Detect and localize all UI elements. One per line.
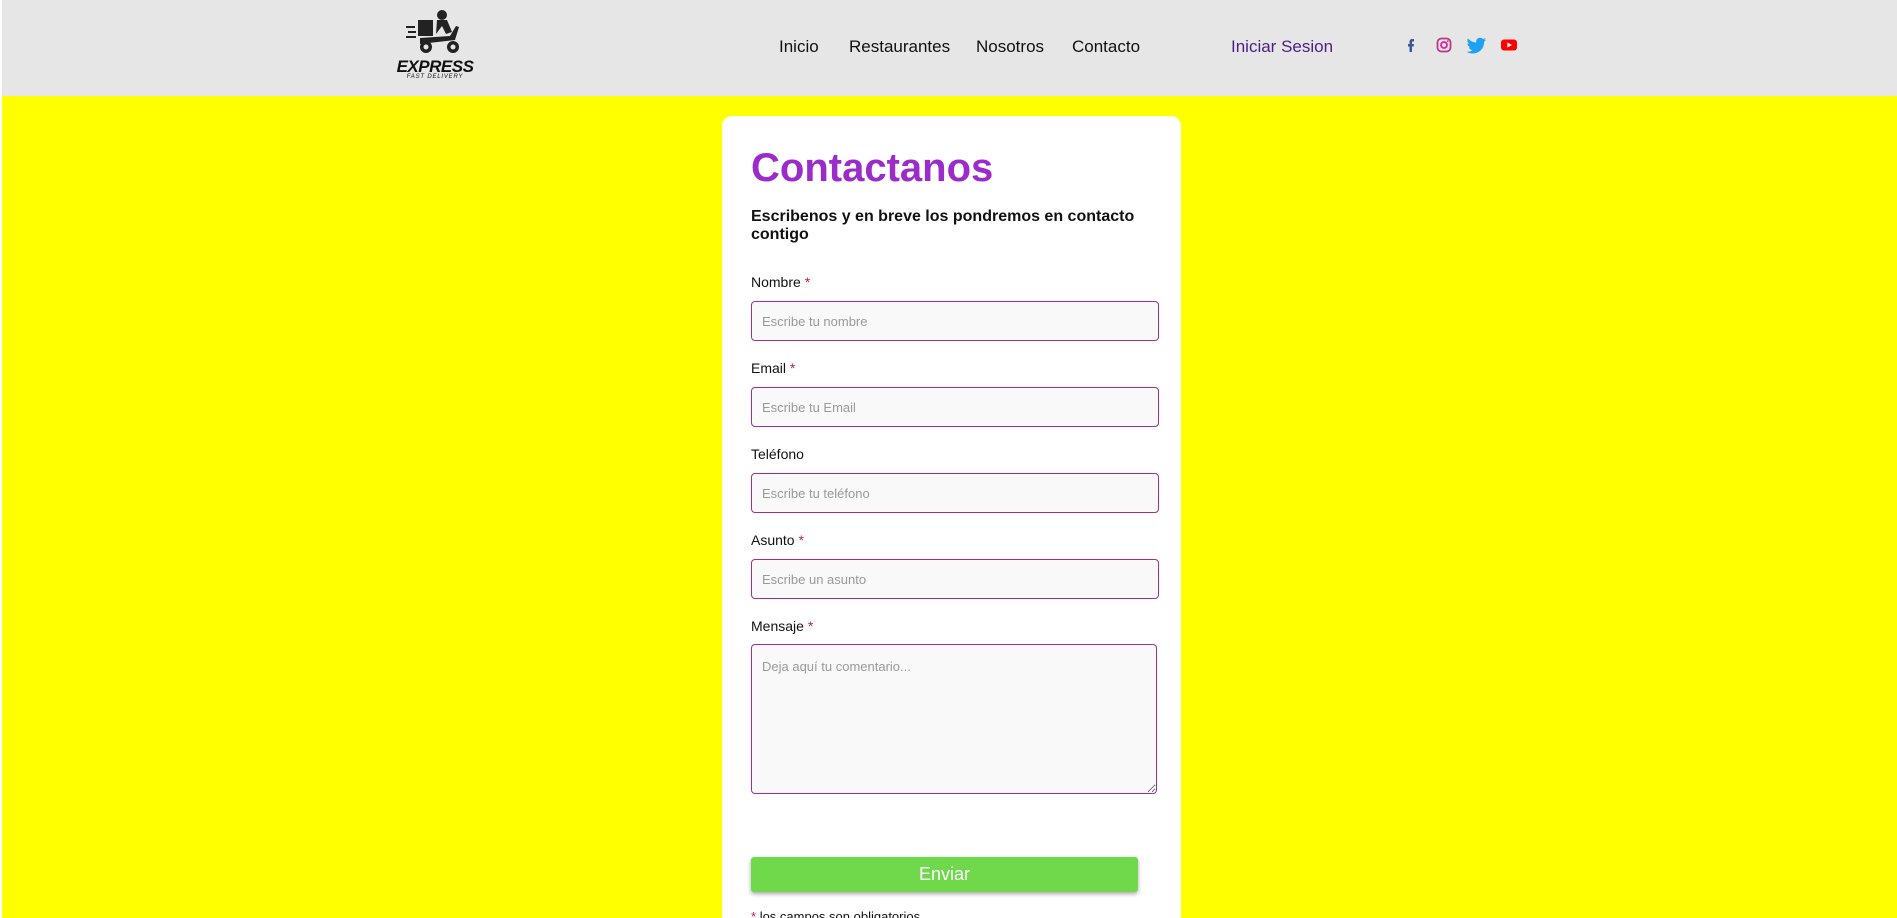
nav-item-contacto[interactable]: Contacto: [1072, 36, 1140, 58]
nav-item-inicio[interactable]: Inicio: [779, 36, 819, 58]
required-fields-note: * los campos son obligatorios: [751, 909, 920, 918]
subject-label: Asunto *: [751, 531, 804, 549]
site-header: EXPRESS FAST DELIVERY Inicio Restaurante…: [2, 0, 1897, 96]
submit-button[interactable]: Enviar: [751, 857, 1138, 892]
login-link[interactable]: Iniciar Sesion: [1231, 36, 1333, 58]
twitter-icon[interactable]: [1466, 35, 1486, 55]
email-label: Email *: [751, 359, 795, 377]
email-input[interactable]: [751, 387, 1159, 427]
message-textarea[interactable]: [751, 644, 1157, 794]
instagram-icon[interactable]: [1434, 35, 1454, 55]
brand-tagline: FAST DELIVERY: [406, 74, 464, 80]
phone-label: Teléfono: [751, 445, 804, 463]
required-mark: *: [804, 274, 811, 290]
contact-form-card: Contactanos Escribenos y en breve los po…: [722, 116, 1181, 918]
delivery-scooter-icon: [406, 10, 459, 53]
express-logo[interactable]: EXPRESS FAST DELIVERY: [394, 8, 476, 82]
name-label-text: Nombre: [751, 274, 801, 290]
required-mark: *: [798, 532, 804, 548]
phone-input[interactable]: [751, 473, 1159, 513]
required-mark: *: [807, 618, 814, 634]
email-label-text: Email: [751, 360, 787, 376]
phone-label-text: Teléfono: [751, 446, 804, 462]
nav-item-restaurantes[interactable]: Restaurantes: [849, 36, 950, 58]
page-edge: [0, 0, 2, 918]
youtube-icon[interactable]: [1499, 35, 1519, 55]
facebook-icon[interactable]: [1401, 35, 1421, 55]
subject-input[interactable]: [751, 559, 1159, 599]
nav-item-nosotros[interactable]: Nosotros: [976, 36, 1044, 58]
message-label: Mensaje *: [751, 617, 813, 635]
required-mark: *: [789, 360, 796, 376]
page-title: Contactanos: [751, 146, 994, 190]
subject-label-text: Asunto: [751, 532, 795, 548]
form-subtitle: Escribenos y en breve los pondremos en c…: [751, 208, 1135, 243]
required-note-text: los campos son obligatorios: [759, 909, 921, 918]
brand-name: EXPRESS: [396, 57, 474, 76]
message-label-text: Mensaje: [751, 618, 804, 634]
name-label: Nombre *: [751, 273, 810, 291]
name-input[interactable]: [751, 301, 1159, 341]
required-mark: *: [751, 909, 757, 918]
